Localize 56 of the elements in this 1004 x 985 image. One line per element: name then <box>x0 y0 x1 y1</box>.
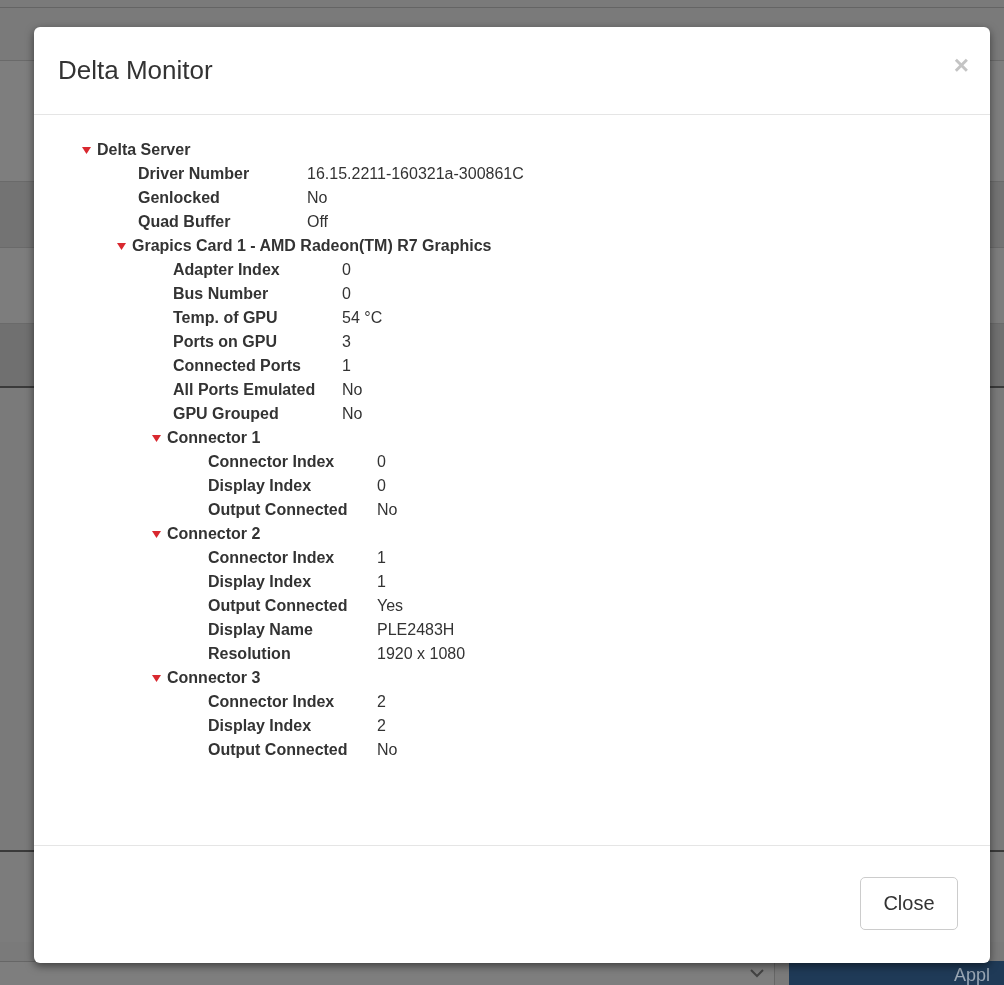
field-value: No <box>377 500 399 520</box>
tree-node-label: Grapics Card 1 - AMD Radeon(TM) R7 Graphics <box>132 237 492 255</box>
field-label: Ports on GPU <box>173 332 278 352</box>
caret-icon[interactable] <box>152 673 161 683</box>
field-label: Connected Ports <box>173 356 302 376</box>
apply-button[interactable]: Appl <box>789 961 1004 985</box>
field-label: Quad Buffer <box>138 212 232 232</box>
field-label: All Ports Emulated <box>173 380 317 400</box>
field-label: Display Index <box>208 476 313 496</box>
field-value: 16.15.2211-160321a-300861C <box>307 164 525 184</box>
field-label: Resolution <box>208 644 292 664</box>
field-label: Driver Number <box>138 164 251 184</box>
field-value: 0 <box>377 452 387 472</box>
field-label: Connector Index <box>208 452 336 472</box>
field-label: Connector Index <box>208 548 336 568</box>
field-value: 1 <box>342 356 352 376</box>
field-value: No <box>342 380 364 400</box>
caret-icon[interactable] <box>152 433 161 443</box>
field-value: No <box>377 740 399 760</box>
field-value: 1920 x 1080 <box>377 644 467 664</box>
field-label: Bus Number <box>173 284 270 304</box>
field-value: 2 <box>377 692 387 712</box>
field-value: 3 <box>342 332 352 352</box>
caret-icon[interactable] <box>117 241 126 251</box>
field-value: 0 <box>342 260 352 280</box>
caret-icon[interactable] <box>152 529 161 539</box>
tree-node-label: Delta Server <box>97 141 191 159</box>
field-value: Off <box>307 212 330 232</box>
field-label: Output Connected <box>208 740 349 760</box>
field-label: Output Connected <box>208 596 349 616</box>
field-label: GPU Grouped <box>173 404 280 424</box>
field-label: Genlocked <box>138 188 221 208</box>
field-label: Display Name <box>208 620 314 640</box>
field-label: Display Index <box>208 716 313 736</box>
field-label: Adapter Index <box>173 260 281 280</box>
tree-node-label: Connector 2 <box>167 525 261 543</box>
caret-icon[interactable] <box>82 145 91 155</box>
dialog-title: Delta Monitor <box>58 55 213 86</box>
field-value: No <box>307 188 329 208</box>
field-value: 1 <box>377 548 387 568</box>
tree-node-label: Connector 3 <box>167 669 261 687</box>
tree-node-label: Connector 1 <box>167 429 261 447</box>
chevron-down-icon <box>750 969 764 978</box>
field-label: Output Connected <box>208 500 349 520</box>
field-value: 2 <box>377 716 387 736</box>
field-label: Display Index <box>208 572 313 592</box>
field-label: Connector Index <box>208 692 336 712</box>
field-value: 54 °C <box>342 308 384 328</box>
field-label: Temp. of GPU <box>173 308 279 328</box>
field-value: 0 <box>377 476 387 496</box>
field-value: 1 <box>377 572 387 592</box>
field-value: 0 <box>342 284 352 304</box>
field-value: No <box>342 404 364 424</box>
field-value: Yes <box>377 596 405 616</box>
field-value: PLE2483H <box>377 620 456 640</box>
close-button[interactable]: Close <box>860 876 958 930</box>
